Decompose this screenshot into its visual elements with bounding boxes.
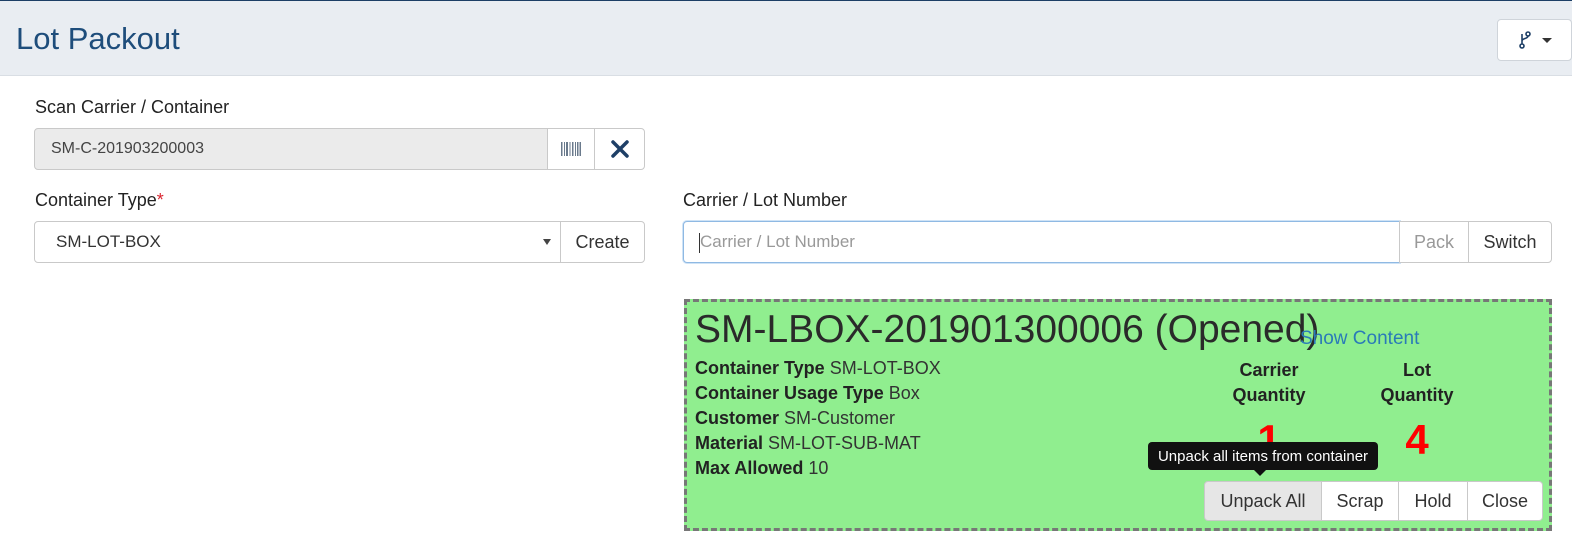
branch-icon <box>1518 31 1531 49</box>
container-type-select[interactable]: SM-LOT-BOX <box>34 221 561 263</box>
page-title: Lot Packout <box>16 21 180 56</box>
scan-label: Scan Carrier / Container <box>35 97 230 117</box>
container-type-value: SM-LOT-BOX <box>56 232 161 251</box>
detail-usage-type: Container Usage Type Box <box>695 383 920 403</box>
container-title: SM-LBOX-201901300006 (Opened) <box>695 308 1320 351</box>
dropdown-arrow-icon <box>543 239 551 245</box>
text-cursor <box>699 233 700 253</box>
carrier-lot-placeholder: Carrier / Lot Number <box>700 232 855 251</box>
pack-button[interactable]: Pack <box>1399 221 1469 263</box>
clear-scan-button[interactable] <box>594 128 645 170</box>
close-icon <box>610 140 629 158</box>
lot-quantity-heading: Lot Quantity <box>1380 360 1454 405</box>
detail-max-allowed: Max Allowed 10 <box>695 458 829 478</box>
top-bar: Lot Packout <box>0 0 1572 76</box>
hold-button[interactable]: Hold <box>1398 481 1468 521</box>
scrap-button[interactable]: Scrap <box>1321 481 1399 521</box>
switch-button[interactable]: Switch <box>1468 221 1552 263</box>
chevron-down-icon <box>1541 37 1552 43</box>
unpack-all-button[interactable]: Unpack All <box>1204 481 1322 521</box>
menu-dropdown-button[interactable] <box>1497 19 1572 61</box>
create-button[interactable]: Create <box>560 221 645 263</box>
barcode-icon <box>561 142 581 156</box>
carrier-lot-label: Carrier / Lot Number <box>683 190 848 210</box>
detail-material: Material SM-LOT-SUB-MAT <box>695 433 921 453</box>
carrier-lot-input[interactable]: Carrier / Lot Number <box>683 221 1400 263</box>
container-action-group: Unpack All Scrap Hold Close <box>1204 481 1543 521</box>
detail-customer: Customer SM-Customer <box>695 408 896 428</box>
carrier-quantity-heading: Carrier Quantity <box>1232 360 1306 405</box>
lot-quantity-value: 4 <box>1405 416 1429 463</box>
close-button[interactable]: Close <box>1467 481 1543 521</box>
container-type-label: Container Type* <box>35 190 164 210</box>
detail-container-type: Container Type SM-LOT-BOX <box>695 358 941 378</box>
scan-input[interactable]: SM-C-201903200003 <box>34 128 548 170</box>
show-content-link[interactable]: Show Content <box>1300 328 1419 350</box>
barcode-scan-button[interactable] <box>547 128 595 170</box>
unpack-all-tooltip: Unpack all items from container <box>1148 442 1378 476</box>
